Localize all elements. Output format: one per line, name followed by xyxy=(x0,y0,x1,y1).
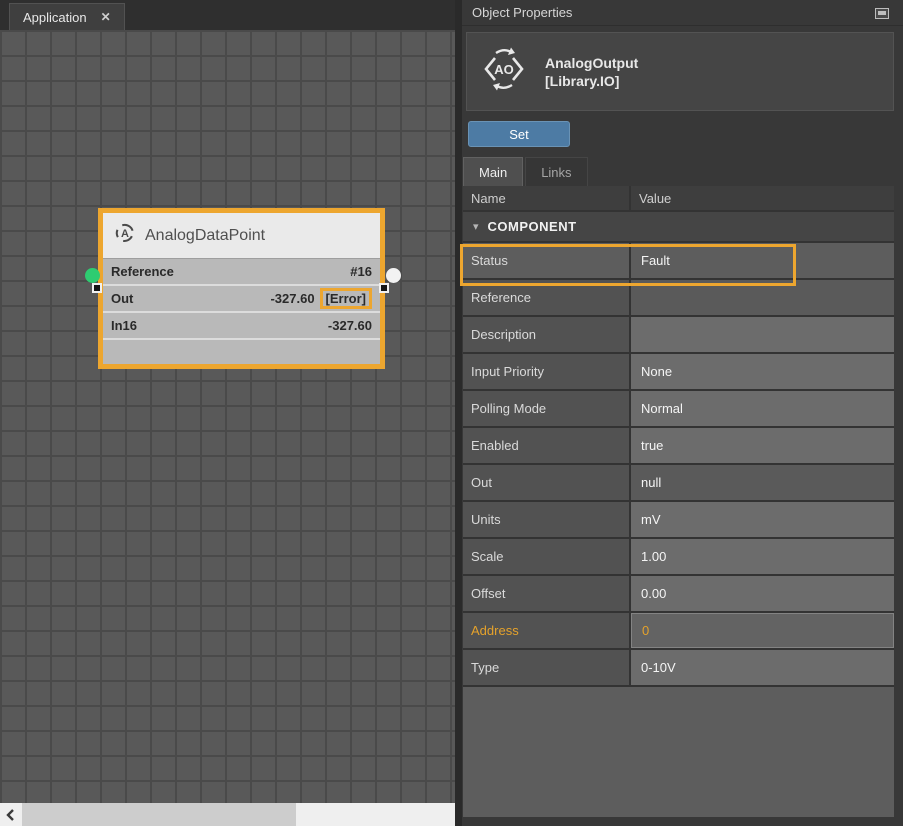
dock-window-icon[interactable] xyxy=(875,8,889,19)
svg-text:A: A xyxy=(121,228,129,240)
prop-name: Input Priority xyxy=(463,354,631,389)
slot-value: -327.60 xyxy=(328,318,372,333)
table-row-scale[interactable]: Scale 1.00 xyxy=(463,539,894,576)
analog-output-icon: AO xyxy=(481,46,527,97)
tab-main[interactable]: Main xyxy=(463,157,523,186)
prop-value-field[interactable]: 0.00 xyxy=(631,576,894,611)
tab-links[interactable]: Links xyxy=(525,157,587,186)
prop-name: Description xyxy=(463,317,631,352)
prop-value-field[interactable]: 0-10V xyxy=(631,650,894,685)
table-row-reference[interactable]: Reference xyxy=(463,280,894,317)
block-title: AnalogDataPoint xyxy=(145,227,265,245)
table-row-offset[interactable]: Offset 0.00 xyxy=(463,576,894,613)
tab-application-label: Application xyxy=(23,10,87,25)
table-header-row: Name Value xyxy=(463,186,894,212)
property-tabs: Main Links xyxy=(463,157,588,186)
panel-title: Object Properties xyxy=(472,5,572,20)
table-row-address[interactable]: Address 0 xyxy=(463,613,894,650)
table-row-units[interactable]: Units mV xyxy=(463,502,894,539)
prop-value-field[interactable]: None xyxy=(631,354,894,389)
prop-name: Type xyxy=(463,650,631,685)
table-row-type[interactable]: Type 0-10V xyxy=(463,650,894,687)
pane-divider[interactable] xyxy=(455,0,462,826)
set-button[interactable]: Set xyxy=(468,121,570,147)
selection-handle-right[interactable] xyxy=(379,283,389,293)
table-row-input-priority[interactable]: Input Priority None xyxy=(463,354,894,391)
slot-label: Out xyxy=(111,291,133,306)
block-slot-empty xyxy=(103,340,380,364)
slot-value: #16 xyxy=(350,264,372,279)
output-port-icon[interactable] xyxy=(386,268,401,283)
prop-name: Polling Mode xyxy=(463,391,631,426)
property-table: Name Value ▾ COMPONENT Status Fault Refe… xyxy=(463,186,894,817)
prop-value-field[interactable]: 1.00 xyxy=(631,539,894,574)
prop-value-field[interactable]: mV xyxy=(631,502,894,537)
prop-name: Out xyxy=(463,465,631,500)
table-row-status[interactable]: Status Fault xyxy=(463,243,894,280)
table-row-description[interactable]: Description xyxy=(463,317,894,354)
horizontal-scrollbar[interactable] xyxy=(0,803,456,826)
wiresheet-canvas[interactable]: A AnalogDataPoint Reference #16 Out -32 xyxy=(0,30,456,803)
column-header-name: Name xyxy=(463,186,631,210)
slot-label: Reference xyxy=(111,264,174,279)
table-row-polling-mode[interactable]: Polling Mode Normal xyxy=(463,391,894,428)
group-component[interactable]: ▾ COMPONENT xyxy=(463,212,894,243)
svg-text:AO: AO xyxy=(494,62,514,77)
prop-name: Address xyxy=(463,613,631,648)
column-header-value: Value xyxy=(631,186,894,210)
group-label: COMPONENT xyxy=(488,219,577,234)
prop-value: null xyxy=(631,465,894,500)
prop-value xyxy=(631,280,894,315)
tab-application[interactable]: Application ✕ xyxy=(9,3,125,30)
prop-name: Offset xyxy=(463,576,631,611)
object-type-name: AnalogOutput xyxy=(545,54,638,72)
selection-handle-left[interactable] xyxy=(92,283,102,293)
slot-value: -327.60 [Error] xyxy=(270,288,372,309)
prop-name: Reference xyxy=(463,280,631,315)
analog-block-icon: A xyxy=(114,222,136,249)
prop-name: Scale xyxy=(463,539,631,574)
prop-value-field[interactable]: Normal xyxy=(631,391,894,426)
prop-name: Units xyxy=(463,502,631,537)
error-status-highlight: [Error] xyxy=(320,288,372,309)
diagram-pane: Application ✕ A AnalogDataPoint Refer xyxy=(0,0,456,826)
collapse-caret-icon[interactable]: ▾ xyxy=(473,220,479,233)
prop-name: Status xyxy=(463,243,631,278)
scroll-left-arrow-icon[interactable] xyxy=(0,803,21,826)
object-properties-panel: Object Properties AO AnalogOutput [Libra… xyxy=(462,0,903,826)
slot-label: In16 xyxy=(111,318,137,333)
table-row-enabled[interactable]: Enabled true xyxy=(463,428,894,465)
document-tabstrip: Application ✕ xyxy=(0,0,456,30)
input-port-connected-icon[interactable] xyxy=(85,268,100,283)
prop-name: Enabled xyxy=(463,428,631,463)
tab-close-icon[interactable]: ✕ xyxy=(101,10,111,24)
block-slot-list: Reference #16 Out -327.60 [Error] In16 -… xyxy=(103,259,380,364)
block-slot-out[interactable]: Out -327.60 [Error] xyxy=(103,286,380,311)
block-slot-in16[interactable]: In16 -327.60 xyxy=(103,313,380,338)
object-header-card: AO AnalogOutput [Library.IO] xyxy=(466,32,894,111)
scrollbar-thumb[interactable] xyxy=(22,803,296,826)
analog-data-point-block[interactable]: A AnalogDataPoint Reference #16 Out -32 xyxy=(98,208,385,369)
prop-value-field[interactable]: 0 xyxy=(631,613,894,648)
table-empty-area xyxy=(463,687,894,817)
block-header[interactable]: A AnalogDataPoint xyxy=(103,213,380,259)
panel-titlebar: Object Properties xyxy=(462,0,903,26)
slot-out-value: -327.60 xyxy=(270,291,314,306)
block-slot-reference[interactable]: Reference #16 xyxy=(103,259,380,284)
prop-value-field[interactable] xyxy=(631,317,894,352)
prop-value-field[interactable]: true xyxy=(631,428,894,463)
object-library-name: [Library.IO] xyxy=(545,72,638,90)
prop-value: Fault xyxy=(631,243,894,278)
table-row-out[interactable]: Out null xyxy=(463,465,894,502)
